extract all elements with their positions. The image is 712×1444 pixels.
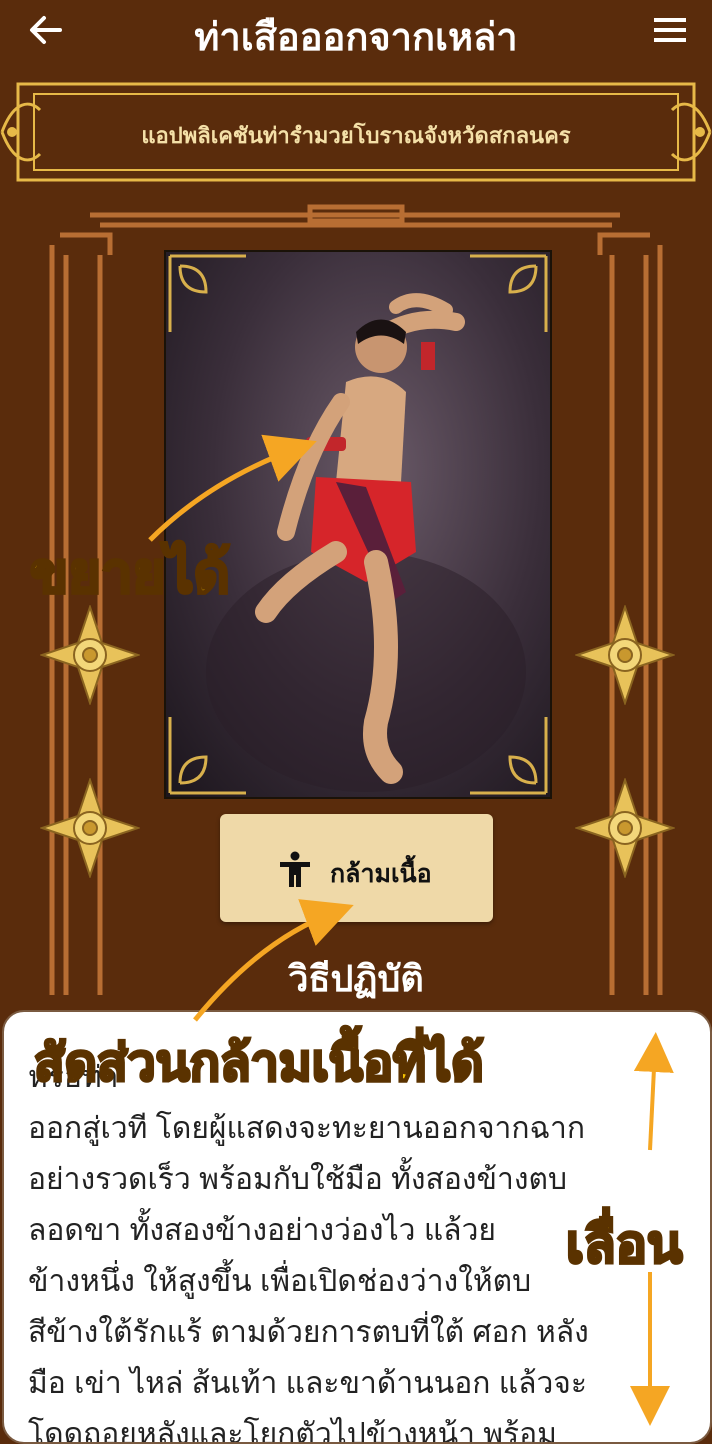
annotation-muscle-ratio: สัดส่วนกล้ามเนื้อที่ได้ bbox=[33, 1033, 486, 1094]
flower-ornament-right-2 bbox=[575, 778, 675, 878]
flower-ornament-left-2 bbox=[40, 778, 140, 878]
app-banner: แอปพลิเคชันท่ารำมวยโบราณจังหวัดสกลนคร bbox=[0, 80, 712, 184]
dancer-figure bbox=[168, 254, 548, 795]
dancer-photo[interactable] bbox=[164, 250, 552, 799]
person-icon bbox=[280, 851, 310, 887]
muscle-button-label: กล้ามเนื้อ bbox=[330, 859, 432, 888]
hamburger-menu-icon[interactable] bbox=[650, 10, 690, 50]
section-title: วิธีปฏิบัติ bbox=[288, 959, 424, 1000]
flower-ornament-left-1 bbox=[40, 605, 140, 705]
page-title: ท่าเสือออกจากเหล่า bbox=[194, 15, 518, 59]
muscle-button[interactable]: กล้ามเนื้อ bbox=[220, 814, 493, 922]
banner-text: แอปพลิเคชันท่ารำมวยโบราณจังหวัดสกลนคร bbox=[141, 124, 571, 149]
annotation-scroll: เลื่อน bbox=[564, 1214, 683, 1277]
app-bar: ท่าเสือออกจากเหล่า bbox=[0, 0, 712, 64]
annotation-zoom: ขยายได้ bbox=[29, 540, 232, 608]
flower-ornament-right-1 bbox=[575, 605, 675, 705]
